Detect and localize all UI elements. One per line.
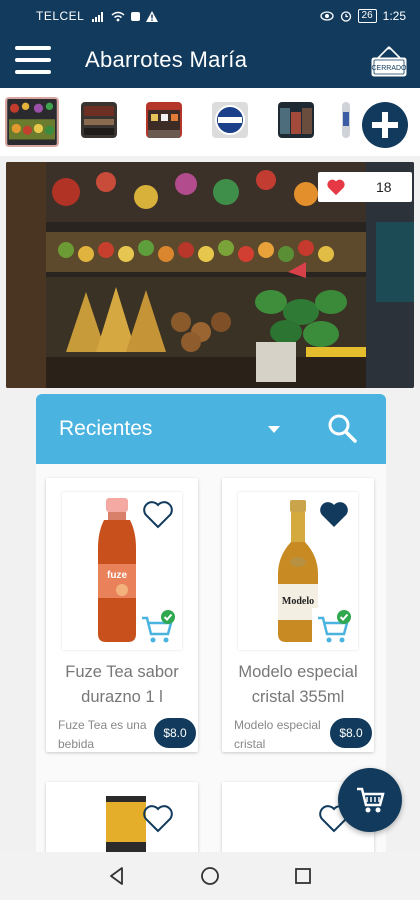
heart-filled-icon[interactable] (318, 500, 350, 530)
price-button[interactable]: $8.0 (154, 718, 196, 748)
add-photo-button[interactable] (362, 102, 408, 148)
thumbnail-market[interactable] (5, 97, 59, 147)
search-icon[interactable] (326, 412, 358, 444)
menu-icon[interactable] (15, 46, 51, 74)
wifi-icon (111, 11, 125, 21)
heart-icon (327, 179, 345, 196)
back-icon[interactable] (105, 864, 129, 888)
closed-sign-icon[interactable]: CERRADO (370, 46, 408, 78)
notification-icon (131, 11, 141, 21)
product-name: Fuze Tea sabor durazno 1 l (65, 663, 179, 706)
thumbnail-logo[interactable] (212, 102, 248, 138)
panel-header: Recientes (36, 394, 386, 464)
store-title: Abarrotes María (85, 47, 248, 72)
cart-icon (357, 787, 385, 813)
alarm-icon (340, 11, 351, 22)
signal-icon (92, 11, 104, 22)
product-description: Modelo especial cristal (234, 718, 321, 751)
warning-icon (146, 10, 159, 22)
status-right: 26 1:25 (319, 9, 406, 23)
cart-check-icon (312, 608, 354, 648)
add-icon (372, 112, 398, 138)
eye-icon (319, 11, 334, 21)
thumbnail-storefront[interactable] (146, 102, 182, 138)
thumbnail-partial[interactable] (342, 102, 350, 138)
svg-text:fuze: fuze (107, 570, 127, 581)
thumbnail-aisle[interactable] (278, 102, 314, 138)
like-count: 18 (376, 179, 392, 195)
heart-icon[interactable] (142, 500, 174, 530)
cart-check-icon (136, 608, 178, 648)
system-nav-bar (0, 852, 420, 900)
svg-text:Modelo: Modelo (282, 596, 314, 607)
cart-button[interactable] (338, 768, 402, 832)
status-left-icons (92, 10, 159, 22)
like-chip[interactable]: 18 (318, 172, 412, 202)
recents-icon[interactable] (291, 864, 315, 888)
product-card[interactable]: Modelo Modelo especial cristal 355ml Mod… (222, 478, 374, 752)
status-bar: TELCEL 26 1:25 (0, 0, 420, 32)
price-button[interactable]: $8.0 (330, 718, 372, 748)
heart-icon[interactable] (142, 804, 174, 834)
app-bar: Abarrotes María CERRADO (0, 32, 420, 88)
closed-sign-label: CERRADO (371, 65, 407, 72)
thumbnail-store-interior[interactable] (81, 102, 117, 138)
home-icon[interactable] (198, 864, 222, 888)
category-dropdown-label[interactable]: Recientes (59, 417, 152, 441)
status-time: 1:25 (382, 9, 406, 23)
dropdown-icon[interactable] (268, 426, 280, 433)
photo-strip[interactable] (0, 88, 420, 156)
carrier-name: TELCEL (36, 9, 85, 23)
products-panel: Recientes fuze Fuze Tea sabor durazno 1 … (36, 394, 386, 864)
product-card[interactable]: fuze Fuze Tea sabor durazno 1 l Fuze Tea… (46, 478, 198, 752)
product-name: Modelo especial cristal 355ml (238, 663, 358, 706)
battery-level: 26 (357, 9, 377, 23)
product-description: Fuze Tea es una bebida (58, 718, 147, 751)
